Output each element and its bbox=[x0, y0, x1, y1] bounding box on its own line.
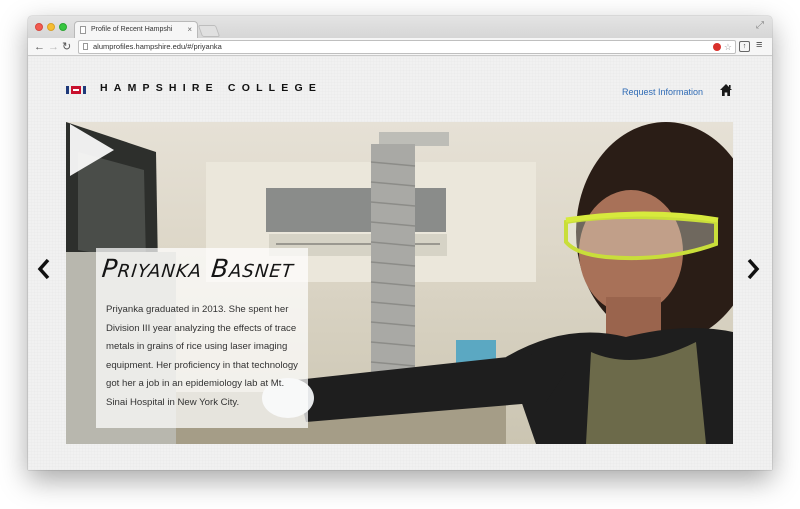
reload-icon[interactable]: ↻ bbox=[62, 39, 71, 55]
close-window-button[interactable] bbox=[35, 23, 43, 31]
chevron-right-icon[interactable] bbox=[746, 258, 760, 280]
tab-title: Profile of Recent Hampshi bbox=[91, 26, 173, 33]
url-text: alumprofiles.hampshire.edu/#/priyanka bbox=[93, 42, 222, 51]
profile-name: Priyanka Basnet bbox=[100, 254, 296, 283]
play-icon[interactable] bbox=[66, 122, 116, 178]
browser-window: Profile of Recent Hampshi × ⤢ ← → ↻ alum… bbox=[28, 16, 772, 470]
extension-icon[interactable]: ↑ bbox=[739, 41, 750, 52]
college-logo-icon[interactable] bbox=[66, 86, 86, 94]
tab-strip: Profile of Recent Hampshi × ⤢ bbox=[28, 16, 772, 39]
request-information-link[interactable]: Request Information bbox=[622, 87, 703, 97]
profile-bio: Priyanka graduated in 2013. She spent he… bbox=[106, 304, 298, 408]
minimize-window-button[interactable] bbox=[47, 23, 55, 31]
zoom-window-button[interactable] bbox=[59, 23, 67, 31]
chevron-left-icon[interactable] bbox=[37, 258, 51, 280]
browser-tab[interactable]: Profile of Recent Hampshi × bbox=[74, 21, 198, 39]
page-icon bbox=[83, 43, 88, 50]
back-arrow-icon[interactable]: ← bbox=[34, 39, 45, 55]
new-tab-button[interactable] bbox=[197, 25, 221, 37]
star-icon[interactable]: ☆ bbox=[724, 41, 732, 53]
browser-toolbar: ← → ↻ alumprofiles.hampshire.edu/#/priya… bbox=[28, 38, 772, 56]
forward-arrow-icon[interactable]: → bbox=[48, 39, 59, 55]
page-content: HAMPSHIRE COLLEGE Request Information Pr… bbox=[28, 57, 772, 470]
hero-image: Priyanka Basnet Priyanka graduated in 20… bbox=[66, 122, 733, 444]
stop-sign-icon[interactable] bbox=[713, 43, 721, 51]
hamburger-menu-icon[interactable]: ≡ bbox=[756, 39, 762, 51]
address-bar[interactable]: alumprofiles.hampshire.edu/#/priyanka ☆ bbox=[78, 40, 736, 54]
college-logo-text[interactable]: HAMPSHIRE COLLEGE bbox=[100, 82, 322, 94]
profile-caption: Priyanka Basnet Priyanka graduated in 20… bbox=[96, 248, 308, 428]
home-icon[interactable] bbox=[719, 83, 733, 97]
document-icon bbox=[80, 26, 86, 34]
fullscreen-icon[interactable]: ⤢ bbox=[756, 20, 764, 31]
tab-close-icon[interactable]: × bbox=[187, 22, 192, 38]
